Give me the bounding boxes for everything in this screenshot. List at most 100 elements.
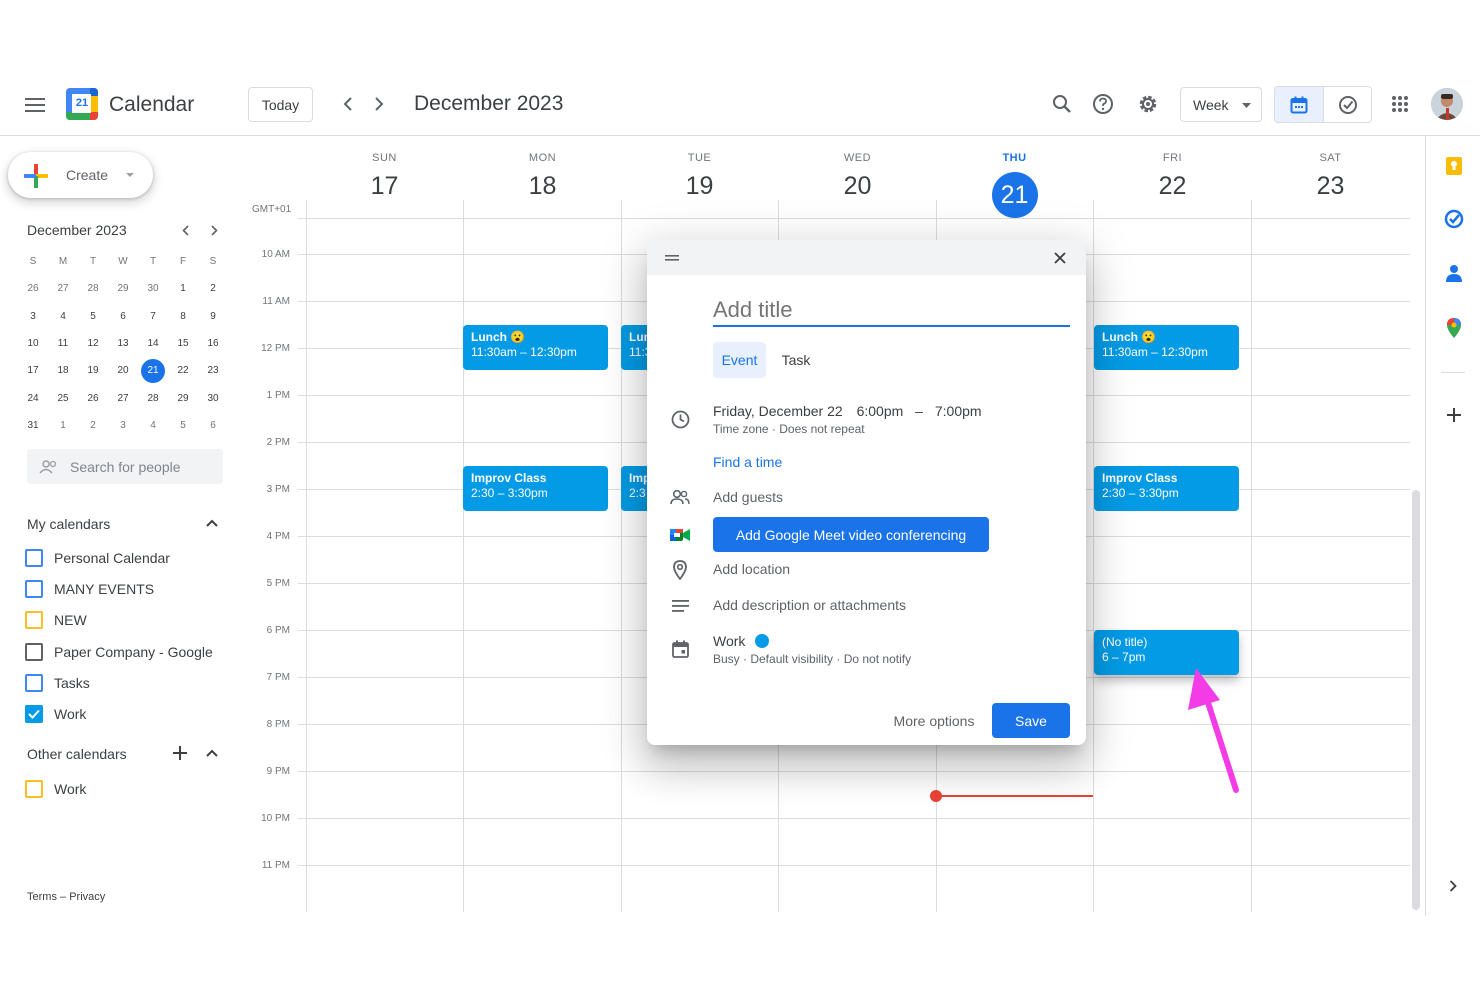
calendar-checkbox[interactable] — [25, 674, 43, 692]
mini-calendar-day[interactable]: 25 — [48, 386, 78, 410]
terms-link[interactable]: Terms — [27, 891, 57, 903]
event-end-time[interactable]: 7:00pm — [935, 403, 982, 419]
search-icon[interactable] — [1048, 90, 1076, 118]
maps-icon[interactable] — [1440, 314, 1468, 342]
mini-calendar-day[interactable]: 12 — [78, 332, 108, 356]
mini-calendar-day[interactable]: 18 — [48, 359, 78, 383]
help-icon[interactable] — [1089, 90, 1117, 118]
mini-calendar-day[interactable]: 19 — [78, 359, 108, 383]
mini-calendar-day[interactable]: 6 — [198, 413, 228, 437]
event-date[interactable]: Friday, December 22 — [713, 403, 843, 419]
contacts-icon[interactable] — [1440, 259, 1468, 287]
mini-calendar-day[interactable]: 1 — [168, 277, 198, 301]
tasks-view-toggle[interactable] — [1323, 86, 1372, 123]
day-header-thu-today[interactable]: THU 21 — [936, 152, 1093, 218]
day-header-sat[interactable]: SAT 23 — [1252, 152, 1409, 201]
calendar-item-paper-company[interactable]: Paper Company - Google — [25, 640, 213, 664]
grid-scrollbar[interactable] — [1412, 490, 1420, 910]
drag-handle-icon[interactable] — [665, 255, 679, 261]
mini-calendar-day[interactable]: 4 — [48, 304, 78, 328]
save-button[interactable]: Save — [992, 703, 1070, 738]
mini-calendar-day[interactable]: 30 — [198, 386, 228, 410]
tab-task[interactable]: Task — [773, 342, 819, 378]
mini-calendar-day[interactable]: 20 — [108, 359, 138, 383]
day-header-wed[interactable]: WED 20 — [779, 152, 936, 201]
collapse-my-calendars-icon[interactable] — [203, 516, 221, 530]
calendar-item-work[interactable]: Work — [25, 702, 86, 726]
calendar-view-toggle[interactable] — [1274, 86, 1324, 123]
mini-calendar-day[interactable]: 4 — [138, 413, 168, 437]
privacy-link[interactable]: Privacy — [69, 891, 105, 903]
search-people-input[interactable]: Search for people — [27, 449, 223, 484]
add-google-meet-button[interactable]: Add Google Meet video conferencing — [713, 517, 989, 552]
more-options-button[interactable]: More options — [879, 703, 989, 738]
other-calendar-item-work[interactable]: Work — [25, 777, 86, 801]
calendar-details[interactable]: Busy · Default visibility · Do not notif… — [713, 652, 911, 666]
add-guests-field[interactable]: Add guests — [713, 489, 783, 505]
mini-calendar-day[interactable]: 29 — [108, 277, 138, 301]
main-menu-icon[interactable] — [20, 90, 50, 120]
mini-calendar-day[interactable]: 27 — [48, 277, 78, 301]
calendar-item-many-events[interactable]: MANY EVENTS — [25, 577, 154, 601]
calendar-checkbox-checked[interactable] — [25, 705, 43, 723]
mini-calendar-day[interactable]: 2 — [198, 277, 228, 301]
add-description-field[interactable]: Add description or attachments — [713, 597, 906, 613]
mini-calendar-day[interactable]: 11 — [48, 332, 78, 356]
expand-side-panel-icon[interactable] — [1442, 876, 1464, 896]
account-avatar[interactable] — [1431, 88, 1463, 120]
mini-calendar-day[interactable]: 16 — [198, 332, 228, 356]
previous-week-button[interactable] — [336, 90, 360, 118]
event-title-input[interactable] — [713, 295, 1070, 327]
mini-calendar-day[interactable]: 23 — [198, 359, 228, 383]
mini-calendar-day[interactable]: 13 — [108, 332, 138, 356]
mini-calendar-day[interactable]: 15 — [168, 332, 198, 356]
mini-calendar-day[interactable]: 14 — [138, 332, 168, 356]
calendar-checkbox[interactable] — [25, 580, 43, 598]
mini-calendar-day[interactable]: 17 — [18, 359, 48, 383]
mini-calendar-day[interactable]: 29 — [168, 386, 198, 410]
timezone-repeat-info[interactable]: Time zone · Does not repeat — [713, 422, 865, 436]
mini-calendar-day[interactable]: 26 — [78, 386, 108, 410]
calendar-item-personal[interactable]: Personal Calendar — [25, 546, 170, 570]
find-a-time-link[interactable]: Find a time — [713, 454, 782, 470]
dialog-drag-bar[interactable] — [647, 240, 1086, 275]
mini-calendar-day[interactable]: 6 — [108, 304, 138, 328]
calendar-color-dot[interactable] — [755, 634, 770, 648]
mini-calendar-day[interactable]: 28 — [138, 386, 168, 410]
event-date-time[interactable]: Friday, December 22 6:00pm – 7:00pm — [713, 403, 982, 419]
mini-calendar-day[interactable]: 3 — [108, 413, 138, 437]
tab-event[interactable]: Event — [713, 342, 766, 378]
mini-calendar-day[interactable]: 31 — [18, 413, 48, 437]
mini-calendar-day[interactable]: 5 — [78, 304, 108, 328]
event-start-time[interactable]: 6:00pm — [857, 403, 904, 419]
mini-calendar-day[interactable]: 3 — [18, 304, 48, 328]
next-week-button[interactable] — [367, 90, 391, 118]
mini-calendar-day[interactable]: 24 — [18, 386, 48, 410]
mini-calendar-day[interactable]: 26 — [18, 277, 48, 301]
close-icon[interactable] — [1048, 247, 1072, 269]
add-other-calendar-icon[interactable] — [171, 744, 189, 762]
calendar-item-tasks[interactable]: Tasks — [25, 671, 90, 695]
get-add-ons-icon[interactable] — [1440, 401, 1468, 429]
event-lunch-mon[interactable]: Lunch 😮 11:30am – 12:30pm — [463, 325, 608, 370]
mini-calendar-day[interactable]: 7 — [138, 304, 168, 328]
day-header-fri[interactable]: FRI 22 — [1094, 152, 1251, 201]
calendar-checkbox[interactable] — [25, 780, 43, 798]
mini-calendar-day[interactable]: 5 — [168, 413, 198, 437]
day-header-mon[interactable]: MON 18 — [464, 152, 621, 201]
event-improv-mon[interactable]: Improv Class 2:30 – 3:30pm — [463, 466, 608, 511]
day-header-sun[interactable]: SUN 17 — [306, 152, 463, 201]
mini-calendar-day[interactable]: 27 — [108, 386, 138, 410]
settings-gear-icon[interactable] — [1134, 90, 1162, 118]
mini-calendar-day[interactable]: 10 — [18, 332, 48, 356]
collapse-other-calendars-icon[interactable] — [203, 746, 221, 760]
day-header-tue[interactable]: TUE 19 — [621, 152, 778, 201]
event-lunch-fri[interactable]: Lunch 😮 11:30am – 12:30pm — [1094, 325, 1239, 370]
add-location-field[interactable]: Add location — [713, 561, 790, 577]
mini-calendar-day[interactable]: 1 — [48, 413, 78, 437]
tasks-icon[interactable] — [1440, 205, 1468, 233]
mini-calendar-day[interactable]: 2 — [78, 413, 108, 437]
event-improv-fri[interactable]: Improv Class 2:30 – 3:30pm — [1094, 466, 1239, 511]
calendar-checkbox[interactable] — [25, 643, 43, 661]
mini-calendar-day[interactable]: 8 — [168, 304, 198, 328]
